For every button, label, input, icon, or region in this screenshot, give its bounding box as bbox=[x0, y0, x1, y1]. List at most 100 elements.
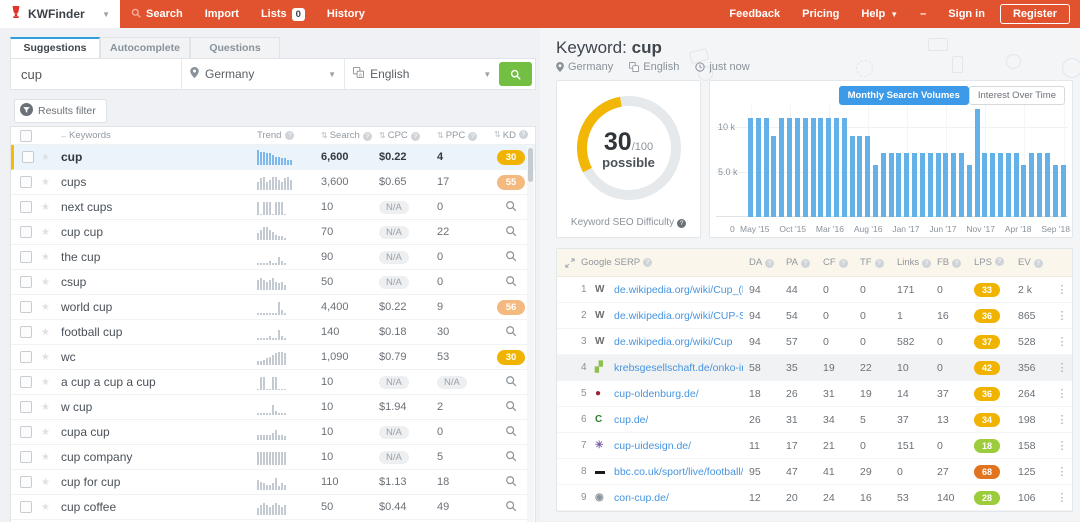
language-select[interactable]: a English ▼ bbox=[344, 59, 499, 89]
chart-tab-monthly-search-volumes[interactable]: Monthly Search Volumes bbox=[839, 86, 969, 105]
info-icon[interactable] bbox=[519, 130, 528, 139]
volume-bar[interactable] bbox=[896, 153, 901, 218]
volume-bar[interactable] bbox=[873, 165, 878, 217]
serp-row[interactable]: 2Wde.wikipedia.org/wiki/CUP-Syn...945400… bbox=[557, 303, 1072, 329]
volume-bar[interactable] bbox=[811, 118, 816, 217]
check-difficulty-icon[interactable] bbox=[505, 325, 517, 340]
serp-url-link[interactable]: cup.de/ bbox=[614, 414, 749, 426]
volume-bar[interactable] bbox=[881, 153, 886, 218]
row-checkbox[interactable] bbox=[20, 401, 32, 413]
tab-suggestions[interactable]: Suggestions bbox=[10, 37, 100, 58]
tab-questions[interactable]: Questions bbox=[190, 37, 280, 58]
volume-bar[interactable] bbox=[771, 136, 776, 217]
keyword-row[interactable]: ★csup50N/A0 bbox=[11, 270, 535, 295]
chart-tab-interest-over-time[interactable]: Interest Over Time bbox=[969, 86, 1065, 105]
navbar-item-pricing[interactable]: Pricing bbox=[791, 8, 850, 20]
volume-bar[interactable] bbox=[1053, 165, 1058, 217]
column-header-kd[interactable]: KD bbox=[487, 130, 535, 141]
star-icon[interactable]: ★ bbox=[41, 152, 61, 163]
serp-row[interactable]: 1Wde.wikipedia.org/wiki/Cup_(Rau...94440… bbox=[557, 277, 1072, 303]
volume-bar[interactable] bbox=[865, 136, 870, 217]
serp-row[interactable]: 6Ccup.de/2631345371334198⋮ bbox=[557, 407, 1072, 433]
volume-bar[interactable] bbox=[975, 109, 980, 217]
serp-url-link[interactable]: bbc.co.uk/sport/live/football/45... bbox=[614, 466, 749, 478]
serp-url-link[interactable]: de.wikipedia.org/wiki/CUP-Syn... bbox=[614, 310, 749, 322]
serp-row[interactable]: 8▬bbc.co.uk/sport/live/football/45...954… bbox=[557, 459, 1072, 485]
keyword-row[interactable]: ★cup6,600$0.22430 bbox=[11, 145, 535, 170]
row-checkbox[interactable] bbox=[20, 226, 32, 238]
keywords-table-scrollbar[interactable] bbox=[527, 145, 534, 522]
keyword-row[interactable]: ★world cup4,400$0.22956 bbox=[11, 295, 535, 320]
info-icon[interactable] bbox=[363, 132, 372, 141]
volume-bar[interactable] bbox=[1061, 165, 1066, 217]
keyword-row[interactable]: ★cups3,600$0.651755 bbox=[11, 170, 535, 195]
volume-bar[interactable] bbox=[912, 153, 917, 218]
navbar-item-help[interactable]: Help▼ bbox=[850, 8, 909, 20]
volume-bar[interactable] bbox=[936, 153, 941, 218]
row-checkbox[interactable] bbox=[20, 201, 32, 213]
volume-bar[interactable] bbox=[951, 153, 956, 218]
kebab-menu-icon[interactable]: ⋮ bbox=[1056, 361, 1068, 374]
volume-bar[interactable] bbox=[857, 136, 862, 217]
info-icon[interactable] bbox=[839, 259, 848, 268]
keyword-row[interactable]: ★football cup140$0.1830 bbox=[11, 320, 535, 345]
keyword-row[interactable]: ★next cups10N/A0 bbox=[11, 195, 535, 220]
volume-bar[interactable] bbox=[756, 118, 761, 217]
volume-bar[interactable] bbox=[764, 118, 769, 217]
star-icon[interactable]: ★ bbox=[41, 202, 61, 213]
navbar-item--[interactable]: – bbox=[909, 8, 937, 20]
volume-bar[interactable] bbox=[826, 118, 831, 217]
volume-bar[interactable] bbox=[943, 153, 948, 218]
kebab-menu-icon[interactable]: ⋮ bbox=[1056, 387, 1068, 400]
row-checkbox[interactable] bbox=[20, 301, 32, 313]
volume-bar[interactable] bbox=[904, 153, 909, 218]
info-icon[interactable] bbox=[468, 132, 477, 141]
star-icon[interactable]: ★ bbox=[41, 377, 61, 388]
kd-score-badge[interactable]: 55 bbox=[497, 175, 526, 190]
navbar-item-sign-in[interactable]: Sign in bbox=[937, 8, 996, 20]
serp-url-link[interactable]: cup-oldenburg.de/ bbox=[614, 388, 749, 400]
row-checkbox[interactable] bbox=[20, 351, 32, 363]
column-header-cpc[interactable]: CPC bbox=[379, 130, 437, 141]
scrollbar-thumb[interactable] bbox=[528, 148, 533, 182]
serp-row[interactable]: 5●cup-oldenburg.de/18263119143736264⋮ bbox=[557, 381, 1072, 407]
volume-bar[interactable] bbox=[1021, 165, 1026, 217]
volume-bar[interactable] bbox=[998, 153, 1003, 218]
volume-bar[interactable] bbox=[1014, 153, 1019, 218]
serp-row[interactable]: 3Wde.wikipedia.org/wiki/Cup9457005820375… bbox=[557, 329, 1072, 355]
star-icon[interactable]: ★ bbox=[41, 427, 61, 438]
serp-url-link[interactable]: de.wikipedia.org/wiki/Cup_(Rau... bbox=[614, 284, 749, 296]
keyword-row[interactable]: ★wc1,090$0.795330 bbox=[11, 345, 535, 370]
kebab-menu-icon[interactable]: ⋮ bbox=[1056, 335, 1068, 348]
star-icon[interactable]: ★ bbox=[41, 327, 61, 338]
serp-row[interactable]: 4▞krebsgesellschaft.de/onko-inter...5835… bbox=[557, 355, 1072, 381]
star-icon[interactable]: ★ bbox=[41, 302, 61, 313]
keyword-row[interactable]: ★cupa cup10N/A0 bbox=[11, 420, 535, 445]
keyword-row[interactable]: ★cup for cup110$1.1318 bbox=[11, 470, 535, 495]
volume-bar[interactable] bbox=[920, 153, 925, 218]
row-checkbox[interactable] bbox=[20, 176, 32, 188]
info-icon[interactable] bbox=[285, 131, 294, 140]
row-checkbox[interactable] bbox=[22, 151, 34, 163]
kebab-menu-icon[interactable]: ⋮ bbox=[1056, 283, 1068, 296]
volume-bar[interactable] bbox=[889, 153, 894, 218]
star-icon[interactable]: ★ bbox=[41, 502, 61, 513]
navbar-item-register[interactable]: Register bbox=[1000, 4, 1070, 24]
volume-bar[interactable] bbox=[1006, 153, 1011, 218]
kebab-menu-icon[interactable]: ⋮ bbox=[1056, 413, 1068, 426]
kebab-menu-icon[interactable]: ⋮ bbox=[1056, 465, 1068, 478]
star-icon[interactable]: ★ bbox=[41, 227, 61, 238]
row-checkbox[interactable] bbox=[20, 501, 32, 513]
serp-row[interactable]: 7✳cup-uidesign.de/1117210151018158⋮ bbox=[557, 433, 1072, 459]
volume-bar[interactable] bbox=[967, 165, 972, 217]
star-icon[interactable]: ★ bbox=[41, 252, 61, 263]
volume-bar[interactable] bbox=[818, 118, 823, 217]
volume-bar[interactable] bbox=[959, 153, 964, 218]
info-icon[interactable] bbox=[952, 259, 961, 268]
navbar-item-lists[interactable]: Lists0 bbox=[250, 0, 316, 28]
star-icon[interactable]: ★ bbox=[41, 352, 61, 363]
volume-bar[interactable] bbox=[787, 118, 792, 217]
volume-bar[interactable] bbox=[803, 118, 808, 217]
row-checkbox[interactable] bbox=[20, 276, 32, 288]
star-icon[interactable]: ★ bbox=[41, 177, 61, 188]
